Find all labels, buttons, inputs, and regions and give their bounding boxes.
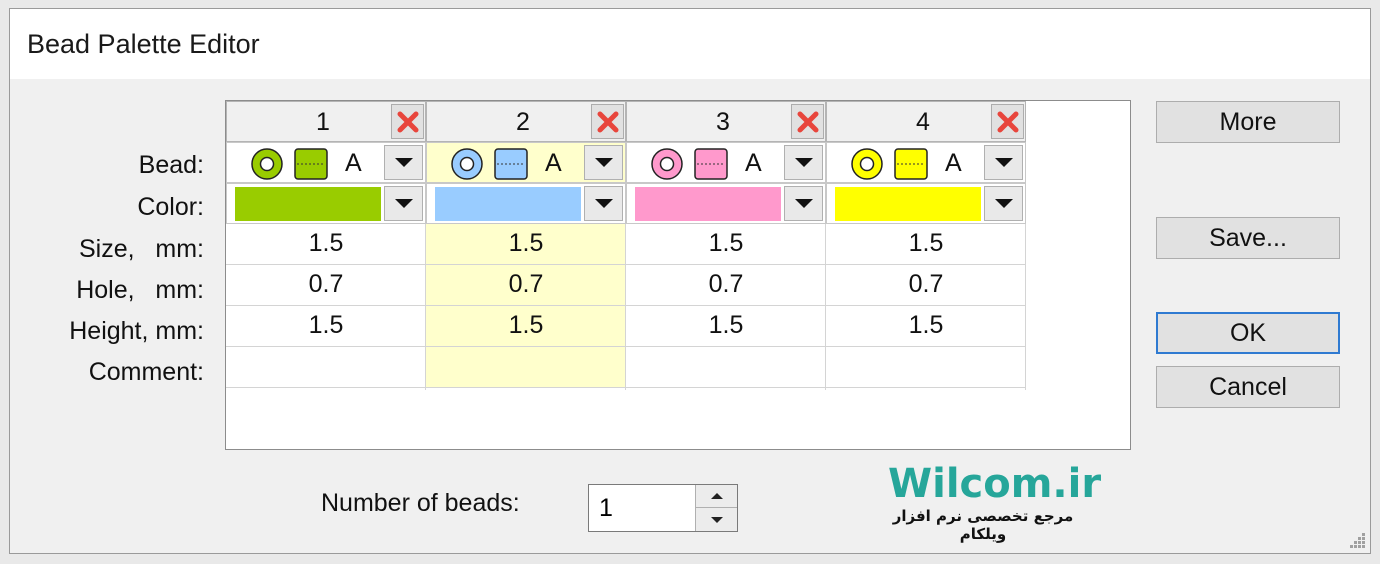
color-row-label: Color: xyxy=(137,193,204,221)
size-cell[interactable]: 1.5 xyxy=(226,224,426,265)
bead-shape-selector[interactable]: A xyxy=(826,142,1026,183)
triangle-down-icon xyxy=(994,158,1013,167)
height-row-label: Height, mm: xyxy=(69,317,204,345)
triangle-down-icon xyxy=(594,158,613,167)
bead-shape-selector[interactable]: A xyxy=(226,142,426,183)
cancel-button[interactable]: Cancel xyxy=(1156,366,1340,408)
bead-letter: A xyxy=(345,149,362,177)
spin-down-button[interactable] xyxy=(695,508,737,531)
color-dropdown-button[interactable] xyxy=(784,186,823,221)
cylinder-bead-icon xyxy=(494,148,528,180)
comment-cell[interactable] xyxy=(626,347,826,388)
cylinder-bead-icon xyxy=(294,148,328,180)
color-dropdown-button[interactable] xyxy=(984,186,1023,221)
bead-shape-selector[interactable]: A xyxy=(626,142,826,183)
delete-bead-button[interactable] xyxy=(991,104,1024,139)
hole-cell[interactable]: 0.7 xyxy=(626,265,826,306)
hole-cell[interactable]: 0.7 xyxy=(226,265,426,306)
round-bead-icon xyxy=(651,148,683,180)
bead-palette-grid: 1 A 1.5 0.7 1.5 2 A 1.5 0.7 1.5 3 A 1.5 0.7 1.5 4 A 1.5 0.… xyxy=(225,100,1131,450)
save-button[interactable]: Save... xyxy=(1156,217,1340,259)
delete-x-icon xyxy=(397,111,418,132)
delete-x-icon xyxy=(597,111,618,132)
bead-palette-editor-window: Bead Palette Editor Bead: Color: Size, m… xyxy=(9,8,1371,554)
column-header: 4 xyxy=(826,101,1026,142)
triangle-up-icon xyxy=(710,493,723,499)
height-cell[interactable]: 1.5 xyxy=(626,306,826,347)
hole-cell[interactable]: 0.7 xyxy=(826,265,1026,306)
delete-bead-button[interactable] xyxy=(391,104,424,139)
bead-column-4[interactable]: 4 A 1.5 0.7 1.5 xyxy=(826,101,1026,390)
color-swatch xyxy=(235,187,381,221)
color-selector[interactable] xyxy=(426,183,626,224)
bead-letter: A xyxy=(545,149,562,177)
bead-column-2[interactable]: 2 A 1.5 0.7 1.5 xyxy=(426,101,626,390)
hole-row-label: Hole, mm: xyxy=(76,276,204,304)
delete-bead-button[interactable] xyxy=(591,104,624,139)
color-swatch xyxy=(635,187,781,221)
cylinder-bead-icon xyxy=(694,148,728,180)
column-header: 2 xyxy=(426,101,626,142)
triangle-down-icon xyxy=(994,199,1013,208)
height-cell[interactable]: 1.5 xyxy=(426,306,626,347)
window-title: Bead Palette Editor xyxy=(27,29,260,59)
color-selector[interactable] xyxy=(826,183,1026,224)
bead-column-1[interactable]: 1 A 1.5 0.7 1.5 xyxy=(226,101,426,390)
comment-row-label: Comment: xyxy=(88,358,204,386)
triangle-down-icon xyxy=(794,158,813,167)
size-cell[interactable]: 1.5 xyxy=(826,224,1026,265)
bead-column-3[interactable]: 3 A 1.5 0.7 1.5 xyxy=(626,101,826,390)
triangle-down-icon xyxy=(594,199,613,208)
bead-letter: A xyxy=(745,149,762,177)
delete-x-icon xyxy=(997,111,1018,132)
column-divider xyxy=(1025,224,1026,390)
bead-dropdown-button[interactable] xyxy=(784,145,823,180)
number-of-beads-input[interactable] xyxy=(589,485,695,531)
triangle-down-icon xyxy=(710,516,723,523)
title-bar: Bead Palette Editor xyxy=(10,9,1370,79)
more-button[interactable]: More xyxy=(1156,101,1340,143)
round-bead-icon xyxy=(251,148,283,180)
size-cell[interactable]: 1.5 xyxy=(626,224,826,265)
comment-cell[interactable] xyxy=(826,347,1026,388)
size-row-label: Size, mm: xyxy=(78,235,204,263)
color-dropdown-button[interactable] xyxy=(384,186,423,221)
column-header: 1 xyxy=(226,101,426,142)
bead-dropdown-button[interactable] xyxy=(984,145,1023,180)
round-bead-icon xyxy=(451,148,483,180)
comment-cell[interactable] xyxy=(226,347,426,388)
column-header: 3 xyxy=(626,101,826,142)
color-selector[interactable] xyxy=(626,183,826,224)
round-bead-icon xyxy=(851,148,883,180)
resize-grip-icon[interactable] xyxy=(1348,531,1366,549)
hole-cell[interactable]: 0.7 xyxy=(426,265,626,306)
triangle-down-icon xyxy=(794,199,813,208)
color-swatch xyxy=(435,187,581,221)
bead-letter: A xyxy=(945,149,962,177)
ok-button[interactable]: OK xyxy=(1156,312,1340,354)
color-selector[interactable] xyxy=(226,183,426,224)
bead-dropdown-button[interactable] xyxy=(584,145,623,180)
size-cell[interactable]: 1.5 xyxy=(426,224,626,265)
bead-row-label: Bead: xyxy=(138,151,204,179)
bead-dropdown-button[interactable] xyxy=(384,145,423,180)
height-cell[interactable]: 1.5 xyxy=(226,306,426,347)
bead-shape-selector[interactable]: A xyxy=(426,142,626,183)
color-swatch xyxy=(835,187,981,221)
number-of-beads-label: Number of beads: xyxy=(321,489,520,517)
color-dropdown-button[interactable] xyxy=(584,186,623,221)
height-cell[interactable]: 1.5 xyxy=(826,306,1026,347)
watermark-subtitle: مرجع تخصصی نرم افزار ویلکام xyxy=(892,507,1074,543)
cylinder-bead-icon xyxy=(894,148,928,180)
comment-cell[interactable] xyxy=(426,347,626,388)
triangle-down-icon xyxy=(394,199,413,208)
watermark-title: Wilcom.ir xyxy=(888,461,1102,507)
triangle-down-icon xyxy=(394,158,413,167)
number-of-beads-spinner xyxy=(588,484,738,532)
delete-x-icon xyxy=(797,111,818,132)
spin-up-button[interactable] xyxy=(695,485,737,508)
delete-bead-button[interactable] xyxy=(791,104,824,139)
